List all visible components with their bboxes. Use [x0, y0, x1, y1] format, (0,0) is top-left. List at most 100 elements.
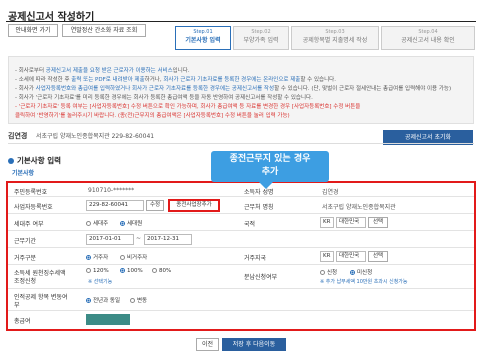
dependent-change-label-2: 부 — [14, 302, 20, 309]
notice-line-5: - '근로자 기초자료' 등록 여부는 [사업자등록번호] 수정 버튼으로 확인… — [15, 104, 361, 110]
period-to-input[interactable]: 2017-12-31 — [144, 234, 192, 245]
callout-arrow — [258, 181, 274, 189]
notice-box: - 회사로부터 공제신고서 제출을 요청 받은 근로자가 이용하는 서비스입니다… — [8, 56, 474, 124]
row-divider — [8, 196, 474, 197]
guide-button[interactable]: 안내화면 가기 — [8, 24, 58, 37]
bullet-icon — [8, 158, 14, 164]
rrn-value: 910710-******* — [88, 187, 135, 194]
withholding-80-radio[interactable]: 80% — [152, 268, 171, 274]
callout-tooltip: 종전근무지 있는 경우 추가 — [211, 151, 329, 182]
simplified-data-inquiry-button[interactable]: 연말정산 간소화 자료 조회 — [62, 24, 146, 37]
bizno-input[interactable]: 229-82-60041 — [86, 200, 144, 211]
nation-select-button[interactable]: 선택 — [368, 217, 388, 228]
row-divider — [8, 288, 474, 289]
title-divider — [6, 21, 476, 22]
row-divider — [8, 247, 474, 248]
nonresident-radio[interactable]: 비거주자 — [120, 253, 147, 261]
country-select-button[interactable]: 선택 — [368, 251, 388, 262]
split-payment-label: 분납신청여부 — [244, 274, 278, 281]
workplace-value: 서초구립 양재노인종합복지관 — [322, 204, 396, 211]
period-separator: ~ — [136, 235, 142, 242]
step-review[interactable]: Step.04 공제신고서 내용 확인 — [381, 26, 475, 50]
radio-label: 120% — [93, 268, 109, 274]
radio-label: 비거주자 — [127, 255, 148, 261]
withholding-120-radio[interactable]: 120% — [86, 268, 109, 274]
radio-circle — [120, 268, 125, 273]
bizno-edit-button[interactable]: 수정 — [146, 200, 164, 211]
step-basic-info[interactable]: Step.01 기본사항 입력 — [175, 26, 231, 50]
split-apply-radio[interactable]: 신청 — [320, 268, 337, 276]
radio-circle — [350, 270, 355, 275]
workplace-label: 근무처 명칭 — [244, 204, 274, 211]
same-as-last-year-radio[interactable]: 전년과 동일 — [86, 296, 120, 304]
radio-label: 세대주 — [93, 221, 109, 227]
nation-label: 국적 — [244, 221, 256, 228]
callout-line-2: 추가 — [261, 167, 279, 177]
household-head-radio[interactable]: 세대주 — [86, 219, 108, 227]
notice-line-2: - 소세에 따라 작성한 후 출력 또는 PDF로 내려받아 제출하거나, 회사… — [15, 75, 336, 83]
radio-circle — [86, 268, 91, 273]
household-member-radio[interactable]: 세대원 — [120, 219, 142, 227]
step-navigation: Step.01 기본사항 입력 Step.02 부양가족 입력 Step.03 … — [175, 26, 475, 50]
radio-circle — [130, 298, 135, 303]
notice-line-6: 클릭하여 '반영하기'를 눌러주시기 바랍니다. (종(전)근무지의 총급여액은… — [15, 113, 290, 119]
split-none-radio[interactable]: 미신청 — [350, 268, 372, 276]
nation-code-input[interactable]: KR — [320, 217, 334, 228]
notice-highlight: 출력 또는 PDF로 내려받아 제출 — [71, 77, 145, 83]
nation-name-input[interactable]: 대한민국 — [336, 217, 366, 228]
radio-label: 미신청 — [357, 270, 373, 276]
notice-text: 할 수 있습니다. (단, 맞벌이 근로자 절세안내는 총급여를 입력해야 이용… — [274, 86, 452, 92]
radio-circle — [120, 255, 125, 260]
name-value: 김연경 — [322, 189, 339, 196]
radio-label: 전년과 동일 — [93, 298, 121, 304]
row-divider — [8, 264, 474, 265]
radio-circle — [320, 270, 325, 275]
rrn-label: 주민등록번호 — [14, 189, 48, 196]
split-note: ※ 추가 납부세액 10만원 초과시 신청가능 — [320, 279, 408, 285]
radio-label: 100% — [127, 268, 143, 274]
filer-name: 김연경 — [8, 132, 28, 140]
highlight-frame — [6, 181, 476, 331]
section-title-text: 기본사항 입력 — [17, 156, 62, 165]
notice-text: - 회사가 — [15, 86, 36, 92]
withholding-100-radio[interactable]: 100% — [120, 268, 143, 274]
divider — [8, 143, 474, 144]
total-pay-label: 총급여 — [14, 318, 31, 325]
country-name-input[interactable]: 대한민국 — [336, 251, 366, 262]
withholding-note: ※ 선택기능 — [88, 279, 113, 285]
step-label: 부양가족 입력 — [243, 37, 279, 44]
period-from-input[interactable]: 2017-01-01 — [86, 234, 134, 245]
radio-circle — [86, 298, 91, 303]
radio-label: 변동 — [137, 298, 148, 304]
dependent-change-label-1: 인적공제 항목 변동여 — [14, 294, 68, 301]
radio-circle — [86, 255, 91, 260]
notice-line-4: - 회사가 '근로자 기초자료'를 미리 등록한 경우에는 회사가 등록한 총급… — [15, 95, 313, 101]
section-subtitle: 기본사항 — [12, 170, 35, 177]
bizno-label: 사업자등록번호 — [14, 204, 53, 211]
notice-text: 입니다. — [172, 68, 190, 74]
resident-radio[interactable]: 거주자 — [86, 253, 108, 261]
step-expenses[interactable]: Step.03 공제항목별 지출명세 작성 — [291, 26, 379, 50]
radio-label: 세대원 — [127, 221, 143, 227]
previous-button[interactable]: 이전 — [196, 338, 219, 351]
total-pay-redacted-field — [86, 314, 130, 325]
notice-text: - 회사로부터 — [15, 68, 46, 74]
add-previous-workplace-button[interactable]: 종전사업장추가 — [168, 199, 220, 212]
row-divider — [8, 310, 474, 311]
step-label: 공제신고서 내용 확인 — [401, 37, 455, 44]
radio-circle — [86, 221, 91, 226]
section-title: 기본사항 입력 — [8, 155, 61, 166]
household-label: 세대주 여부 — [14, 221, 44, 228]
notice-highlight: 사업자등록번호와 총급여를 입력하였거나 회사가 근로자 기초자료를 등록한 경… — [35, 86, 275, 92]
changed-radio[interactable]: 변동 — [130, 296, 147, 304]
save-next-button[interactable]: 저장 후 다음이동 — [222, 338, 286, 351]
country-code-input[interactable]: KR — [320, 251, 334, 262]
withholding-label-2: 조정신청 — [14, 278, 37, 285]
radio-circle — [152, 268, 157, 273]
step-dependents[interactable]: Step.02 부양가족 입력 — [233, 26, 289, 50]
notice-line-3: - 회사가 사업자등록번호와 총급여를 입력하였거나 회사가 근로자 기초자료를… — [15, 84, 451, 92]
step-label: 기본사항 입력 — [185, 37, 221, 44]
notice-text: 할 수 있습니다. — [300, 77, 336, 83]
notice-line-1: - 회사로부터 공제신고서 제출을 요청 받은 근로자가 이용하는 서비스입니다… — [15, 66, 190, 74]
notice-text: - 소세에 따라 작성한 후 — [15, 77, 72, 83]
